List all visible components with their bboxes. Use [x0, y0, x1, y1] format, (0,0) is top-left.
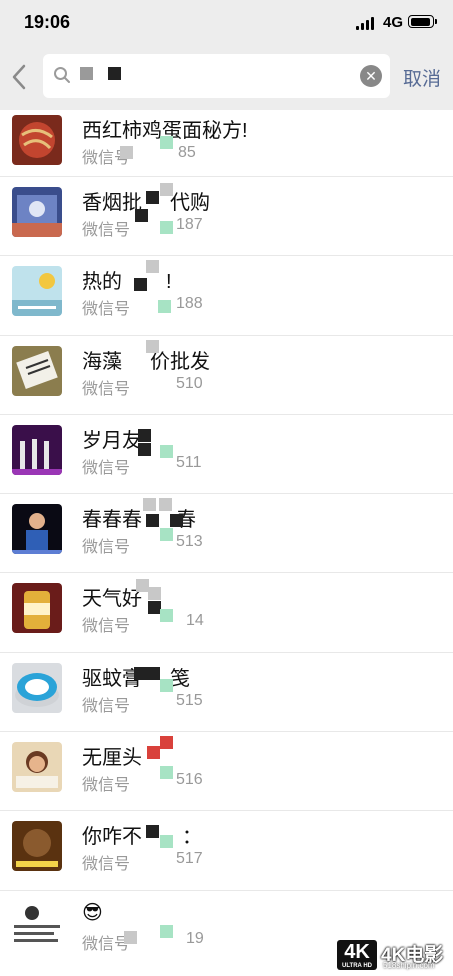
avatar: [12, 504, 62, 555]
avatar: [12, 115, 62, 165]
result-title: 无厘头: [82, 747, 142, 770]
result-subtitle: 微信号: [82, 380, 131, 398]
list-item[interactable]: 你咋不： 微信号 517: [0, 811, 453, 891]
result-id-suffix: 515: [176, 691, 203, 709]
clear-search-icon[interactable]: ✕: [360, 65, 382, 87]
cancel-button[interactable]: 取消: [403, 64, 441, 91]
avatar: [12, 187, 62, 237]
search-icon: [54, 67, 70, 83]
watermark-url: 518shipin.com: [383, 961, 435, 970]
result-id-suffix: 188: [176, 295, 203, 313]
watermark-badge: 4K ULTRA HD: [337, 940, 377, 970]
result-subtitle: 微信号: [82, 539, 131, 557]
result-id-suffix: 513: [176, 533, 203, 551]
result-subtitle: 微信号: [82, 459, 131, 477]
result-id-suffix: 517: [176, 850, 203, 868]
avatar: [12, 266, 62, 317]
result-title: 你咋不：: [82, 826, 202, 849]
search-input[interactable]: ✕: [43, 54, 390, 98]
watermark-logo: 4K ULTRA HD 4K电影 518shipin.com: [337, 940, 449, 972]
result-id-suffix: 85: [178, 144, 196, 161]
back-chevron-icon[interactable]: [10, 64, 28, 90]
list-item[interactable]: 热的! 微信号 188: [0, 256, 453, 336]
result-title: 😎: [82, 901, 103, 924]
list-item[interactable]: 香烟批 代购 微信号 187: [0, 177, 453, 257]
avatar: [12, 900, 62, 951]
result-subtitle: 微信号: [82, 777, 131, 795]
signal-icon: [356, 17, 376, 30]
avatar: [12, 424, 62, 475]
avatar: [12, 583, 62, 634]
list-item[interactable]: 岁月友 微信号 511: [0, 415, 453, 495]
status-bar: 19:06 4G: [0, 0, 453, 44]
result-id-suffix: 511: [176, 453, 202, 471]
list-item[interactable]: 春春春春 微信号 513: [0, 494, 453, 574]
result-id-suffix: 19: [186, 929, 204, 947]
result-subtitle: 微信号: [82, 222, 131, 239]
result-id-suffix: 14: [186, 612, 204, 630]
clock: 19:06: [24, 12, 71, 32]
list-item[interactable]: 海藻 价批发 微信号 510: [0, 336, 453, 415]
list-item[interactable]: 天气好 微信号 14: [0, 573, 453, 653]
result-subtitle: 微信号: [82, 856, 131, 874]
network-type: 4G: [383, 14, 404, 31]
result-subtitle: 微信号: [82, 301, 131, 319]
avatar: [12, 345, 62, 396]
result-subtitle: 微信号: [82, 697, 131, 715]
list-item[interactable]: 驱蚊膏笺 微信号 515: [0, 653, 453, 733]
avatar: [12, 742, 62, 793]
result-subtitle: 微信号: [82, 935, 131, 953]
result-subtitle: 微信号: [82, 618, 131, 636]
result-title: 天气好: [82, 588, 142, 611]
search-query-redacted: [80, 65, 140, 85]
result-title: 岁月友: [82, 429, 142, 452]
list-item[interactable]: 西红柿鸡蛋面秘方! 微信号 85: [0, 110, 453, 177]
search-results-list: 西红柿鸡蛋面秘方! 微信号 85 香烟批 代购 微信号 187 热的! 微信号 1…: [0, 110, 453, 970]
avatar: [12, 821, 62, 872]
search-header: ✕ 取消: [0, 44, 453, 110]
list-item[interactable]: 无厘头 微信号 516: [0, 732, 453, 812]
result-id-suffix: 187: [176, 216, 203, 233]
battery-icon: [408, 15, 437, 28]
result-id-suffix: 516: [176, 771, 203, 789]
avatar: [12, 662, 62, 713]
result-id-suffix: 510: [176, 374, 203, 392]
